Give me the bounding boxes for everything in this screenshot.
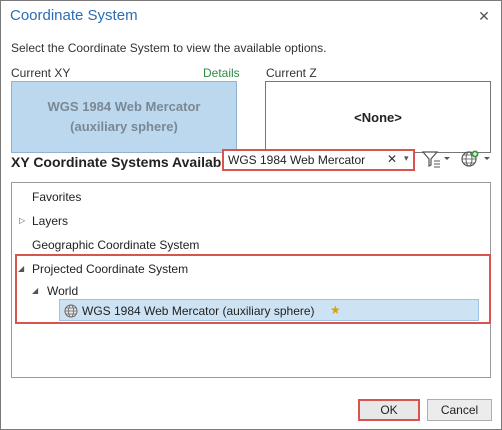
search-input[interactable] [228,152,368,168]
clear-search-icon[interactable]: ✕ [387,152,397,166]
ok-button[interactable]: OK [358,399,420,421]
favorite-star-icon[interactable]: ★ [330,303,341,317]
tree-item-world[interactable]: World [47,284,78,298]
tree-item-selected[interactable]: WGS 1984 Web Mercator (auxiliary sphere)… [59,299,479,321]
current-xy-value-line1: WGS 1984 Web Mercator [47,99,201,114]
globe-add-icon[interactable] [459,149,491,169]
filter-icon[interactable] [421,149,451,169]
instructions-text: Select the Coordinate System to view the… [11,41,327,55]
dialog-title: Coordinate System [10,7,138,24]
close-button[interactable]: ✕ [473,5,495,27]
selected-coordinate-system-label: WGS 1984 Web Mercator (auxiliary sphere) [82,304,315,318]
xy-systems-title: XY Coordinate Systems Available [11,154,234,170]
details-link[interactable]: Details [203,66,240,80]
cancel-button[interactable]: Cancel [427,399,492,421]
search-box[interactable]: ✕ ▾ [222,149,415,171]
current-z-value: <None> [354,109,402,125]
current-z-label: Current Z [266,66,317,80]
tree-item-layers[interactable]: Layers [32,214,68,228]
current-z-box[interactable]: <None> [265,81,491,153]
current-xy-box[interactable]: WGS 1984 Web Mercator (auxiliary sphere) [11,81,237,153]
collapse-icon[interactable]: ◢ [32,286,38,295]
tree-item-projected[interactable]: Projected Coordinate System [32,262,188,276]
coordinate-system-dialog: Coordinate System ✕ Select the Coordinat… [0,0,502,430]
current-xy-value-line2: (auxiliary sphere) [70,119,178,134]
collapse-icon[interactable]: ◢ [18,264,24,273]
search-dropdown-icon[interactable]: ▾ [404,153,409,164]
coordinate-system-tree[interactable]: Favorites ▷ Layers Geographic Coordinate… [11,182,491,378]
tree-item-geographic[interactable]: Geographic Coordinate System [32,238,199,252]
current-xy-label: Current XY [11,66,71,80]
globe-icon [64,304,78,323]
expand-icon[interactable]: ▷ [19,216,25,225]
tree-item-favorites[interactable]: Favorites [32,190,81,204]
